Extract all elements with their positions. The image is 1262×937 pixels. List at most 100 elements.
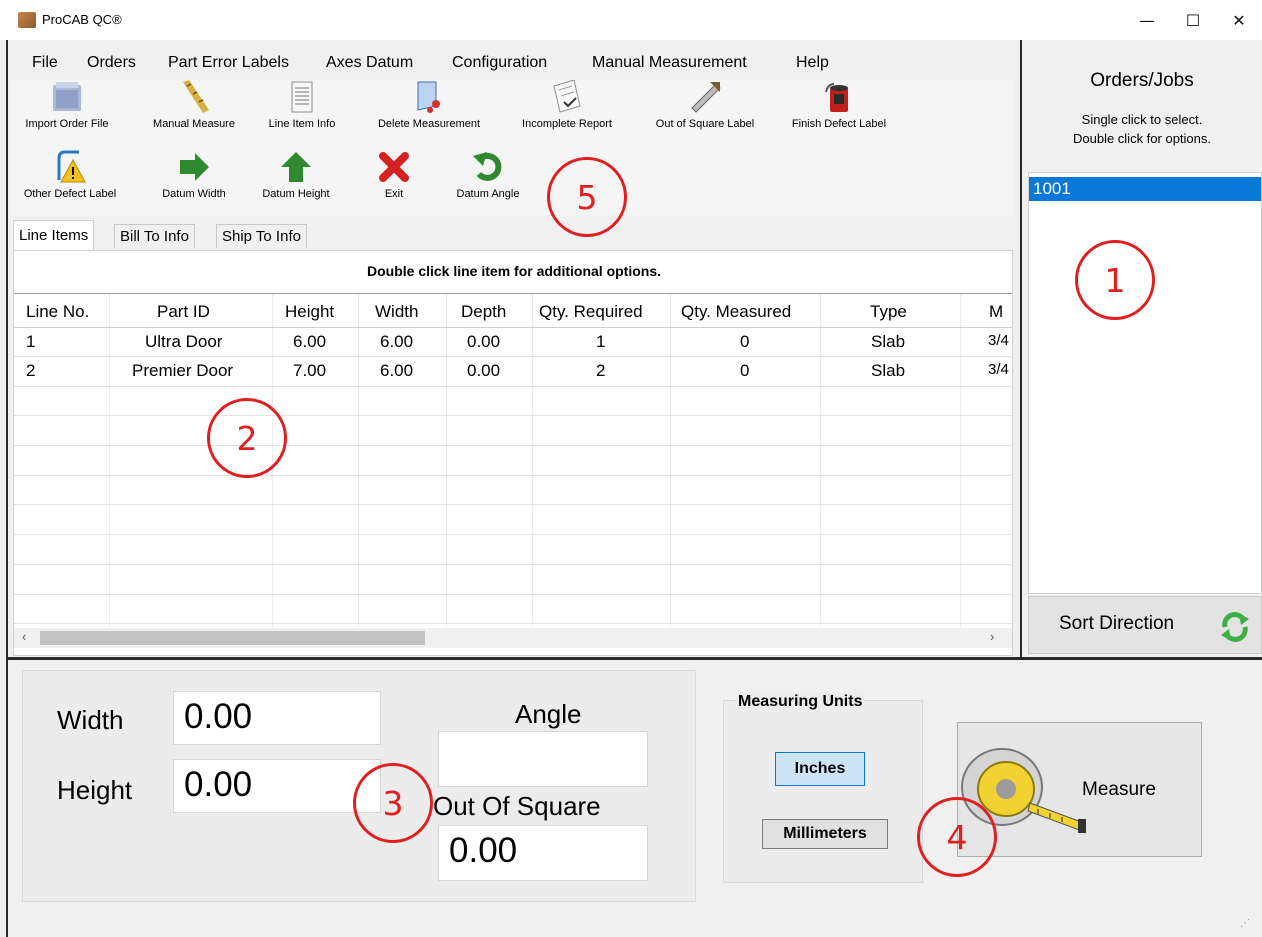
- document-icon: [285, 80, 319, 114]
- other-defect-label-button[interactable]: Other Defect Label: [4, 150, 136, 200]
- cell-height: 7.00: [293, 361, 327, 380]
- line-items-grid: Line No. Part ID Height Width Depth Qty.…: [14, 293, 1012, 627]
- datum-angle-button[interactable]: Datum Angle: [438, 150, 538, 200]
- cell-type: Slab: [871, 361, 906, 380]
- column-header[interactable]: Width: [375, 302, 418, 322]
- menu-part-error-labels[interactable]: Part Error Labels: [168, 54, 289, 72]
- resize-grip-icon[interactable]: ⋰: [1240, 918, 1250, 929]
- sort-direction-button[interactable]: Sort Direction: [1028, 596, 1262, 654]
- menu-file[interactable]: File: [32, 54, 58, 72]
- order-item[interactable]: 1001: [1029, 177, 1261, 201]
- column-header[interactable]: Line No.: [26, 302, 89, 322]
- finish-defect-label-button[interactable]: Finish Defect Label: [778, 80, 900, 130]
- separator: [8, 657, 1262, 660]
- grid-hint: Double click line item for additional op…: [366, 263, 662, 279]
- import-order-file-button[interactable]: Import Order File: [4, 80, 130, 130]
- out-of-square-label-button[interactable]: Out of Square Label: [633, 80, 777, 130]
- tab-ship-to-info[interactable]: Ship To Info: [216, 224, 307, 248]
- column-header[interactable]: Qty. Required: [539, 302, 643, 322]
- annotation-marker: 3: [353, 763, 433, 843]
- column-header[interactable]: Height: [285, 302, 334, 322]
- scrollbar-thumb[interactable]: [40, 631, 425, 645]
- toolbar-label: Other Defect Label: [23, 188, 117, 200]
- status-bar: ⋰: [10, 912, 1262, 937]
- column-header[interactable]: Type: [870, 302, 907, 322]
- height-field[interactable]: 0.00: [173, 759, 381, 813]
- toolbar-label: Exit: [384, 188, 404, 200]
- millimeters-button[interactable]: Millimeters: [762, 819, 888, 849]
- datum-width-button[interactable]: Datum Width: [146, 150, 242, 200]
- cell-line-no: 2: [26, 361, 36, 380]
- paint-can-icon: [822, 80, 856, 114]
- refresh-icon: [1219, 611, 1251, 648]
- toolbar-label: Datum Width: [162, 188, 226, 200]
- cell-depth: 0.00: [467, 361, 501, 380]
- measuring-units-title: Measuring Units: [736, 693, 865, 711]
- cell-part-id: Ultra Door: [145, 332, 223, 351]
- column-header[interactable]: Qty. Measured: [681, 302, 791, 322]
- scroll-left-icon[interactable]: ‹: [22, 629, 26, 644]
- square-icon: [688, 80, 722, 114]
- height-label: Height: [57, 775, 133, 805]
- app-icon: [18, 12, 36, 28]
- minimize-button[interactable]: —: [1124, 0, 1170, 40]
- exit-x-icon: [377, 150, 411, 184]
- tab-line-items[interactable]: Line Items: [13, 220, 95, 250]
- menu-manual-measurement[interactable]: Manual Measurement: [592, 54, 747, 72]
- orders-panel: Orders/Jobs Single click to select. Doub…: [1020, 40, 1262, 660]
- scroll-right-icon[interactable]: ›: [990, 629, 994, 644]
- table-row[interactable]: 1 Ultra Door 6.00 6.00 0.00 1 0 Slab 3/4: [14, 328, 1012, 356]
- annotation-marker: 1: [1075, 240, 1155, 320]
- menu-bar: File Orders Part Error Labels Axes Datum…: [10, 46, 1018, 80]
- cell-width: 6.00: [380, 332, 414, 351]
- toolbar-label: Finish Defect Label: [791, 118, 887, 130]
- menu-orders[interactable]: Orders: [87, 54, 136, 72]
- cell-line-no: 1: [26, 332, 36, 351]
- manual-measure-button[interactable]: Manual Measure: [135, 80, 253, 130]
- menu-configuration[interactable]: Configuration: [452, 54, 547, 72]
- datum-height-button[interactable]: Datum Height: [246, 150, 346, 200]
- delete-measure-icon: [412, 80, 446, 114]
- out-of-square-label: Out Of Square: [433, 791, 601, 821]
- measuring-units-group: Measuring Units Inches Millimeters: [723, 693, 923, 883]
- maximize-button[interactable]: ☐: [1170, 0, 1216, 40]
- menu-help[interactable]: Help: [796, 54, 829, 72]
- cell-part-id: Premier Door: [132, 361, 234, 380]
- delete-measurement-button[interactable]: Delete Measurement: [356, 80, 502, 130]
- orders-list: 1001: [1028, 172, 1262, 594]
- width-field[interactable]: 0.00: [173, 691, 381, 745]
- line-items-panel: Double click line item for additional op…: [13, 250, 1013, 656]
- angle-field[interactable]: [438, 731, 648, 787]
- angle-label: Angle: [515, 699, 582, 729]
- inches-button[interactable]: Inches: [775, 752, 865, 786]
- cell-m: 3/4: [988, 361, 1009, 378]
- orders-hint: Single click to select. Double click for…: [1072, 112, 1211, 146]
- annotation-marker: 2: [207, 398, 287, 478]
- toolbar-label: Incomplete Report: [522, 118, 612, 130]
- menu-axes-datum[interactable]: Axes Datum: [326, 54, 413, 72]
- measure-label: Measure: [1082, 779, 1156, 800]
- warning-icon: [53, 150, 87, 184]
- cell-m: 3/4: [988, 332, 1009, 349]
- line-item-info-button[interactable]: Line Item Info: [254, 80, 350, 130]
- column-header[interactable]: Depth: [461, 302, 506, 322]
- table-row[interactable]: 2 Premier Door 7.00 6.00 0.00 2 0 Slab 3…: [14, 357, 1012, 385]
- rotate-icon: [471, 150, 505, 184]
- cell-qty-required: 1: [596, 332, 606, 351]
- close-button[interactable]: ✕: [1216, 0, 1262, 40]
- ruler-icon: [177, 80, 211, 114]
- folder-icon: [50, 80, 84, 114]
- toolbar-label: Manual Measure: [153, 118, 235, 130]
- sort-direction-label: Sort Direction: [1059, 613, 1175, 634]
- tab-bill-to-info[interactable]: Bill To Info: [114, 224, 195, 248]
- incomplete-report-button[interactable]: Incomplete Report: [505, 79, 629, 130]
- cell-qty-required: 2: [596, 361, 606, 380]
- out-of-square-field[interactable]: 0.00: [438, 825, 648, 881]
- cell-height: 6.00: [293, 332, 327, 351]
- exit-button[interactable]: Exit: [366, 150, 422, 200]
- column-header[interactable]: M: [989, 302, 1003, 322]
- toolbar-label: Datum Height: [262, 188, 330, 200]
- horizontal-scrollbar[interactable]: ‹ ›: [14, 628, 1012, 648]
- column-header[interactable]: Part ID: [157, 302, 210, 322]
- window-title: ProCAB QC®: [42, 12, 122, 27]
